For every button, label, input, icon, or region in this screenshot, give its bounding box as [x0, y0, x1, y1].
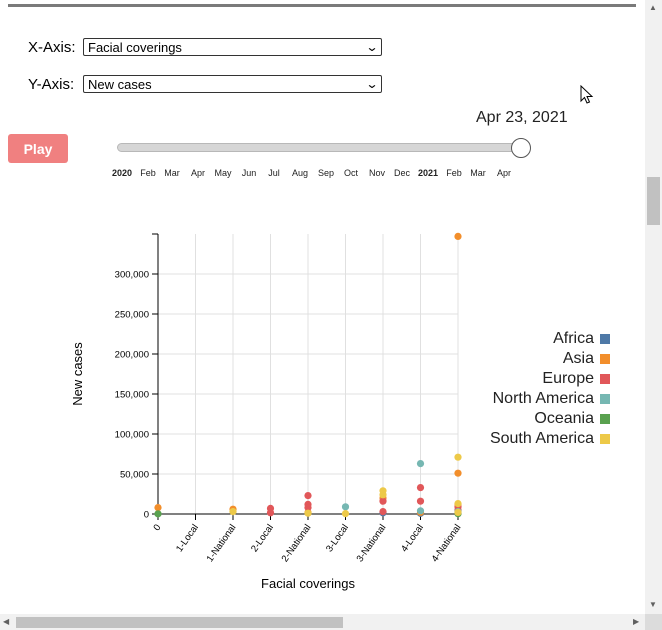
- y-axis-title: New cases: [70, 342, 85, 406]
- x-tick-label: 2-National: [280, 522, 314, 564]
- legend-swatch: [600, 354, 610, 364]
- legend-swatch: [600, 414, 610, 424]
- data-point: [454, 232, 462, 240]
- vertical-scrollbar-thumb[interactable]: [647, 177, 660, 225]
- x-tick-label: 1-Local: [174, 522, 201, 554]
- x-tick-label: 1-National: [205, 522, 239, 564]
- data-point: [379, 491, 387, 499]
- data-point: [266, 509, 275, 517]
- data-point: [454, 453, 462, 461]
- data-point: [304, 492, 312, 500]
- x-tick-label: 0: [151, 522, 163, 533]
- y-tick-label: 200,000: [115, 350, 149, 361]
- y-tick-label: 0: [144, 510, 149, 521]
- x-tick-label: 2-Local: [249, 522, 276, 554]
- scroll-down-icon[interactable]: ▼: [649, 600, 657, 609]
- y-tick-label: 100,000: [115, 430, 149, 441]
- data-point: [416, 484, 425, 492]
- scroll-up-icon[interactable]: ▲: [649, 3, 657, 12]
- data-point: [379, 508, 387, 516]
- data-point: [416, 460, 425, 468]
- data-point: [229, 508, 237, 516]
- x-tick-label: 4-Local: [399, 522, 426, 554]
- legend-label: Oceania: [534, 410, 594, 427]
- legend-swatch: [600, 434, 610, 444]
- legend-label: Africa: [553, 330, 594, 347]
- data-point: [341, 503, 350, 511]
- chart-legend: Africa Asia Europe North America Oceania Sout…: [490, 329, 610, 449]
- data-point: [154, 504, 162, 512]
- horizontal-scrollbar-thumb[interactable]: [16, 617, 343, 628]
- x-tick-label: 4-National: [430, 522, 464, 564]
- scroll-left-icon[interactable]: ◀: [3, 617, 9, 626]
- legend-item: Asia: [490, 349, 610, 369]
- y-tick-label: 250,000: [115, 310, 149, 321]
- legend-item: North America: [490, 389, 610, 409]
- legend-swatch: [600, 394, 610, 404]
- data-point: [454, 500, 462, 508]
- scroll-right-icon[interactable]: ▶: [633, 617, 639, 626]
- legend-swatch: [600, 334, 610, 344]
- mouse-cursor-icon: [580, 85, 594, 104]
- legend-label: Europe: [542, 370, 594, 387]
- scrollbar-corner: [645, 614, 662, 630]
- legend-label: North America: [492, 390, 594, 407]
- data-point: [341, 509, 350, 518]
- y-tick-label: 300,000: [115, 270, 149, 281]
- legend-swatch: [600, 374, 610, 384]
- x-axis-title: Facial coverings: [261, 576, 355, 591]
- data-point: [379, 497, 387, 505]
- data-point: [154, 510, 162, 518]
- data-point: [304, 509, 312, 517]
- data-point: [416, 507, 425, 515]
- legend-item: Oceania: [490, 409, 610, 429]
- x-tick-label: 3-Local: [324, 522, 351, 554]
- vertical-scrollbar[interactable]: [645, 0, 662, 614]
- y-tick-label: 50,000: [120, 470, 149, 481]
- data-point: [454, 469, 462, 477]
- y-tick-label: 150,000: [115, 390, 149, 401]
- data-point: [416, 497, 425, 505]
- legend-item: Africa: [490, 329, 610, 349]
- x-tick-label: 3-National: [355, 522, 389, 564]
- legend-item: South America: [490, 429, 610, 449]
- scatter-chart: 0 50,000 100,000 150,000 200,000 250,000 300,0…: [70, 232, 464, 591]
- data-point: [454, 508, 462, 516]
- legend-item: Europe: [490, 369, 610, 389]
- legend-label: Asia: [562, 350, 594, 367]
- legend-label: South America: [489, 430, 594, 447]
